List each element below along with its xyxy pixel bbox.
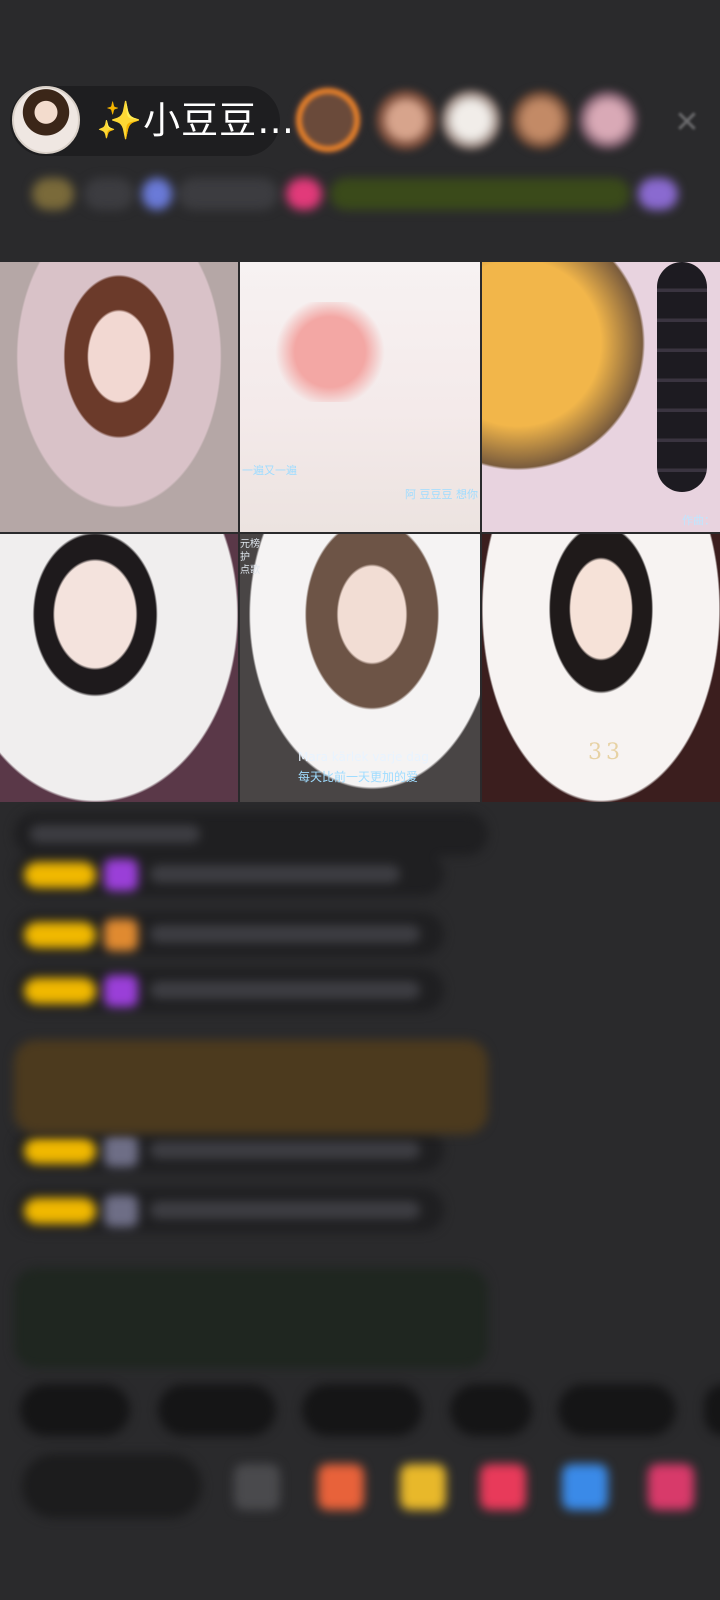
like-icon[interactable] [480,1464,526,1510]
braid-shape [657,262,707,492]
caption-line-2: 每天比前一天更加的爱 [298,770,419,784]
video-tile-1[interactable] [0,262,238,532]
top-viewer-avatar-1[interactable] [292,84,364,156]
room-info-bar[interactable] [18,170,698,218]
quick-reply-chip[interactable] [450,1384,532,1436]
number-badge: 33 [588,740,624,765]
quick-reply-chip[interactable] [704,1384,720,1436]
side-sign: 元榜 护 点歌 [240,538,260,577]
video-tile-3[interactable]: 作曲： [482,262,720,532]
host-name[interactable]: ✨小豆豆… [96,96,295,146]
viewer-avatar-3[interactable] [441,90,501,150]
side-sign-line-2: 护 [240,552,250,563]
viewer-avatar-4[interactable] [511,90,571,150]
host-avatar[interactable] [12,86,80,154]
lyric-overlay-left: 一遍又一遍 [242,464,297,477]
video-grid: 一遍又一遍 阿 豆豆豆 想你 一直 作曲： 元榜 护 点歌 Mara kärle… [0,262,720,802]
viewer-avatar-2[interactable] [376,90,436,150]
quick-reply-chip[interactable] [302,1384,422,1436]
gift-box-icon[interactable] [318,1464,364,1510]
video-tile-4[interactable] [0,534,238,802]
quick-reply-row [0,1384,720,1440]
emoji-icon[interactable] [234,1464,280,1510]
quick-reply-chip[interactable] [558,1384,676,1436]
quick-reply-chip[interactable] [158,1384,276,1436]
song-credit: 作曲： [682,514,715,527]
close-icon[interactable]: ✕ [672,108,702,138]
video-tile-6[interactable]: 33 [482,534,720,802]
viewer-avatar-5[interactable] [578,90,638,150]
gift-message[interactable] [14,1040,488,1134]
heart-print [270,302,390,402]
chat-message[interactable] [14,1188,444,1232]
system-notice [14,1268,488,1368]
side-sign-line-3: 点歌 [240,565,260,576]
lyric-overlay-right: 阿 豆豆豆 想你 一直 [405,488,480,501]
quick-reply-chip[interactable] [20,1384,130,1436]
chat-message[interactable] [14,812,488,856]
comment-input[interactable] [22,1454,202,1518]
video-tile-2[interactable]: 一遍又一遍 阿 豆豆豆 想你 一直 [240,262,480,532]
chat-message[interactable] [14,1128,444,1172]
game-icon[interactable] [562,1464,608,1510]
side-sign-line-1: 元榜 [240,539,260,550]
caption-line-1: Mara kärlek varje dag [298,750,429,764]
video-tile-5[interactable]: 元榜 护 点歌 Mara kärlek varje dag 每天比前一天更加的爱 [240,534,480,802]
more-icon[interactable] [648,1464,694,1510]
gift-icon[interactable] [400,1464,446,1510]
chat-message[interactable] [14,852,444,896]
chat-message[interactable] [14,912,444,956]
chat-message[interactable] [14,968,444,1012]
bottom-bar [0,1454,720,1530]
